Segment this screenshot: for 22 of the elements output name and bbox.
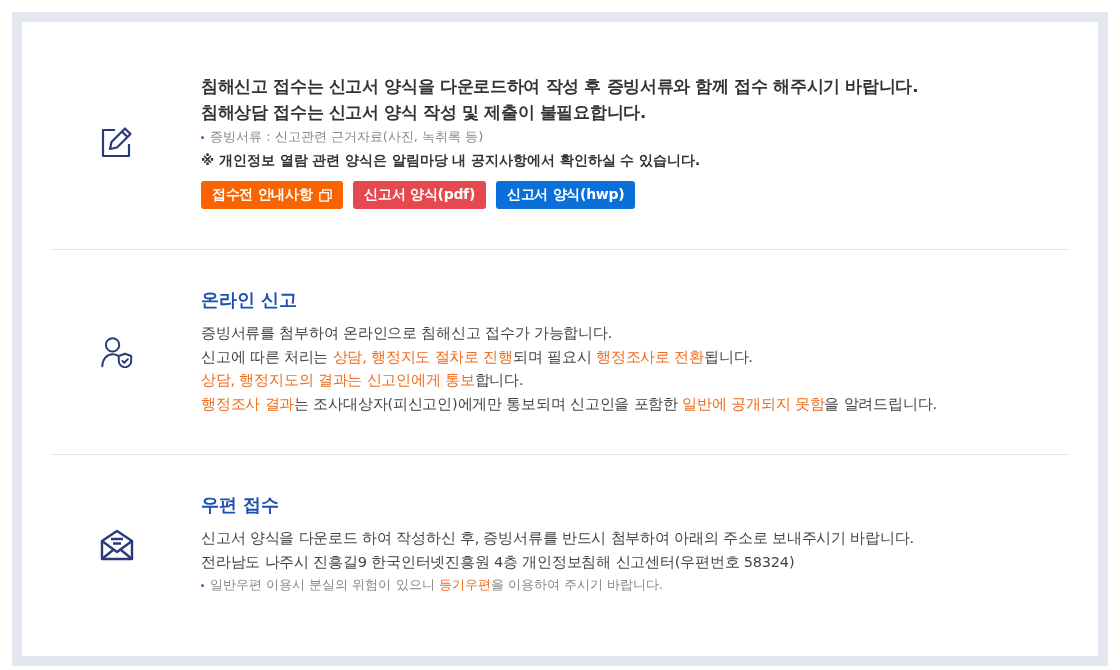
headline-text: 침해신고 접수는 신고서 양식을 다운로드하여 작성 후 증빙서류와 함께 접수 해주시기 바랍니다. (201, 76, 920, 98)
guide-button[interactable]: 접수전 안내사항 (201, 181, 344, 209)
description-text: 신고에 따른 처리는 상담, 행정지도 절차로 진행 되며 필요시 행정조사로 전환됩니다. (201, 347, 754, 367)
envelope-icon (100, 528, 134, 561)
bullet-icon (201, 135, 204, 139)
download-button[interactable]: 신고서 양식(hwp) (496, 181, 636, 209)
bullet-icon (201, 583, 204, 587)
section-title: 온라인 신고 (201, 289, 299, 312)
user-shield-icon (100, 336, 134, 368)
description-text: 신고서 양식을 다운로드 하여 작성하신 후, 증빙서류를 반드시 첨부하여 아래의 주소로 보내주시기 바랍니다. (201, 529, 915, 548)
download-button[interactable]: 신고서 양식(pdf) (353, 181, 486, 209)
privacy-note: ※ 개인정보 열람 관련 양식은 알림마당 내 공지사항에서 확인하실 수 있습니다. (201, 151, 702, 170)
description-text: 증빙서류를 첨부하여 온라인으로 침해신고 접수가 가능합니다. (201, 324, 614, 343)
note-text: 일반우편 이용시 분실의 위험이 있으니 등기우편을 이용하여 주시기 바랍니다. (210, 576, 664, 594)
overlapping-squares-icon (319, 188, 333, 202)
pencil-square-icon (100, 125, 134, 158)
section-title: 우편 접수 (201, 494, 281, 517)
description-text: 행정조사 결과는 조사대상자(피신고인)에게만 통보되며 신고인을 포함한 일반에 공개되지 못함을 알려드립니다. (201, 394, 938, 414)
description-text: 상담, 행정지도의 결과는 신고인에게 통보합니다. (201, 371, 525, 390)
note-text: 증빙서류 : 신고관련 근거자료(사진, 녹취록 등) (210, 128, 484, 146)
headline-text: 침해상담 접수는 신고서 양식 작성 및 제출이 불필요합니다. (201, 102, 647, 124)
description-text: 전라남도 나주시 진흥길9 한국인터넷진흥원 4층 개인정보침해 신고센터(우편번호 58324) (201, 552, 796, 572)
